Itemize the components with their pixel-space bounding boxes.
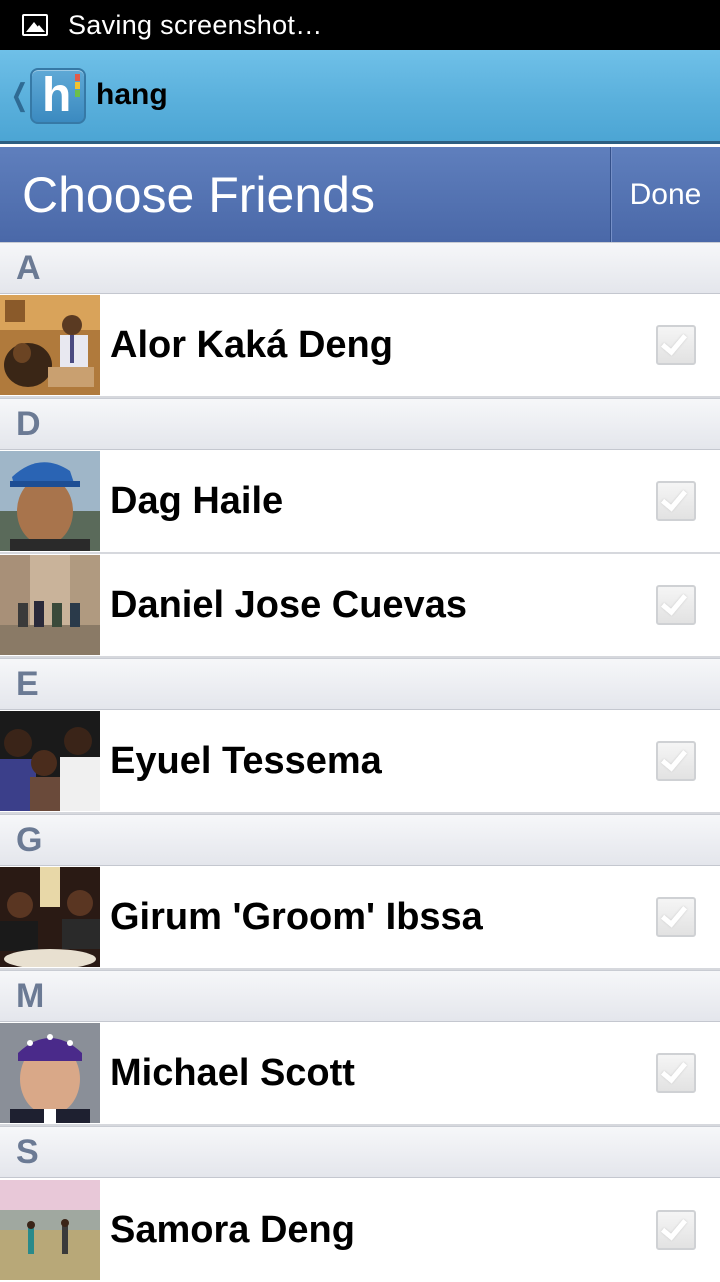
friend-row[interactable]: Daniel Jose Cuevas [0,554,720,658]
section-letter: G [16,820,43,859]
check-icon [660,744,688,772]
avatar [0,867,100,967]
friend-name: Samora Deng [110,1208,355,1251]
image-icon [22,14,48,36]
app-logo-letter: h [42,68,72,122]
status-text: Saving screenshot… [68,9,323,40]
avatar [0,451,100,551]
section-letter: E [16,664,39,703]
check-icon [660,588,688,616]
friend-name: Alor Kaká Deng [110,323,393,366]
friend-name: Daniel Jose Cuevas [110,583,467,626]
check-icon [660,1213,688,1241]
friend-checkbox[interactable] [656,741,696,781]
friend-list: A Alor Kaká Deng D Dag Haile Daniel Jose… [0,242,720,1282]
check-icon [660,1056,688,1084]
friend-row[interactable]: Michael Scott [0,1022,720,1126]
section-letter: M [16,976,45,1015]
friend-row[interactable]: Alor Kaká Deng [0,294,720,398]
app-title: hang [96,77,168,111]
friend-name: Eyuel Tessema [110,739,382,782]
section-header: E [0,658,720,710]
section-letter: D [16,404,41,443]
status-bar: Saving screenshot… [0,0,720,50]
section-header: S [0,1126,720,1178]
friend-checkbox[interactable] [656,481,696,521]
friend-checkbox[interactable] [656,897,696,937]
avatar [0,1180,100,1280]
friend-checkbox[interactable] [656,1210,696,1250]
section-header: A [0,242,720,294]
friend-name: Girum 'Groom' Ibssa [110,895,483,938]
check-icon [660,484,688,512]
avatar [0,555,100,655]
friend-name: Dag Haile [110,479,284,522]
app-header: ❮ h hang [0,50,720,144]
check-icon [660,328,688,356]
app-logo[interactable]: h [30,67,86,124]
check-icon [660,900,688,928]
friend-checkbox[interactable] [656,1053,696,1093]
avatar [0,711,100,811]
section-header: G [0,814,720,866]
friend-row[interactable]: Samora Deng [0,1178,720,1282]
avatar [0,295,100,395]
section-header: D [0,398,720,450]
friend-row[interactable]: Eyuel Tessema [0,710,720,814]
chevron-left-icon[interactable]: ❮ [11,78,29,113]
friend-checkbox[interactable] [656,325,696,365]
page-title: Choose Friends [22,166,375,223]
choose-friends-bar: Choose Friends Done [0,147,720,242]
done-button[interactable]: Done [610,147,720,242]
avatar [0,1023,100,1123]
section-letter: A [16,248,41,287]
section-letter: S [16,1132,39,1171]
section-header: M [0,970,720,1022]
friend-name: Michael Scott [110,1051,355,1094]
friend-row[interactable]: Dag Haile [0,450,720,554]
friend-checkbox[interactable] [656,585,696,625]
friend-row[interactable]: Girum 'Groom' Ibssa [0,866,720,970]
